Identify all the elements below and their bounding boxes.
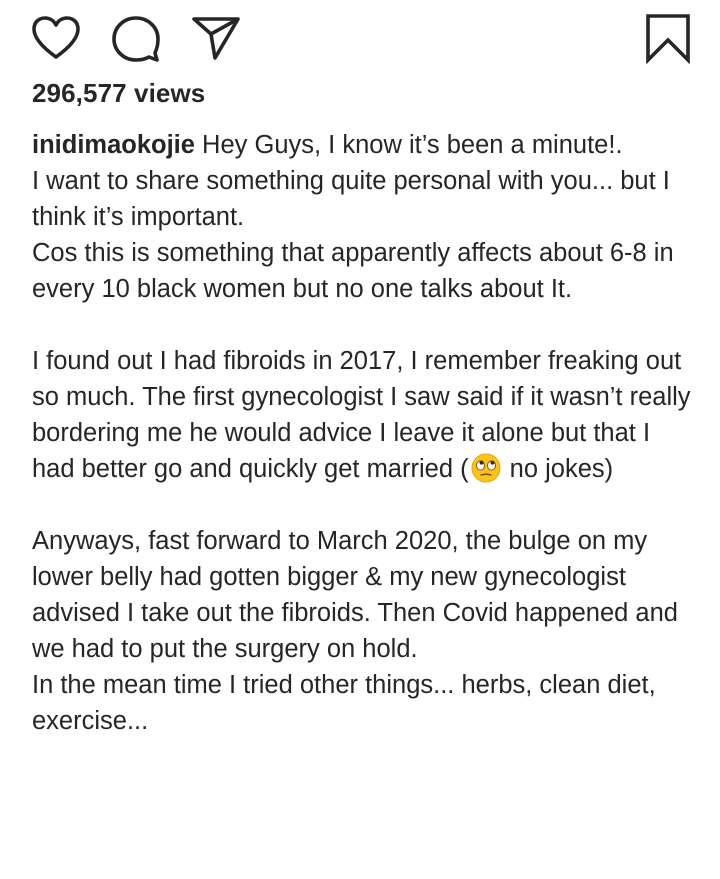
comment-button[interactable] <box>108 12 164 64</box>
save-button[interactable] <box>640 10 696 66</box>
post-action-bar <box>0 0 720 72</box>
username-link[interactable]: inidimaokojie <box>32 131 195 159</box>
comment-bubble-icon <box>112 16 160 62</box>
share-button[interactable] <box>188 12 244 64</box>
view-count: 296,577 views <box>32 78 206 108</box>
like-button[interactable] <box>28 12 84 64</box>
post-caption: inidimaokojie Hey Guys, I know it’s been… <box>32 127 696 739</box>
caption-paragraph-2-end: no jokes) <box>502 455 614 483</box>
caption-paragraph-2: I found out I had fibroids in 2017, I re… <box>32 343 696 487</box>
paper-plane-icon <box>192 17 240 60</box>
caption-paragraph-3: Anyways, fast forward to March 2020, the… <box>32 527 678 735</box>
face-with-rolling-eyes-emoji <box>471 453 501 483</box>
heart-icon <box>32 16 80 59</box>
bookmark-icon <box>646 14 690 65</box>
